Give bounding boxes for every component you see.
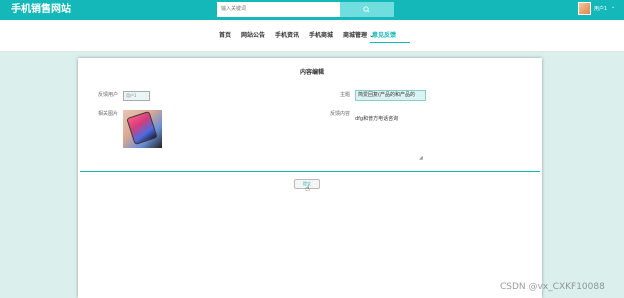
nav-item-announcements[interactable]: 网站公告 [241, 32, 265, 40]
subject-field[interactable]: 简爱回复(产品的和产品的 [355, 90, 426, 101]
content-label: 反馈内容 [330, 111, 351, 117]
nav-item-feedback[interactable]: 意见反馈 [372, 32, 396, 40]
nav-active-indicator [370, 42, 410, 43]
search-icon [363, 6, 370, 13]
image-label: 相关图片 [98, 111, 119, 117]
feedback-user-label: 反馈用户 [98, 92, 119, 98]
chevron-down-icon[interactable]: ⌄ [611, 4, 615, 10]
nav-item-news[interactable]: 手机资讯 [275, 32, 299, 40]
site-title[interactable]: 手机销售网站 [11, 3, 71, 17]
resize-handle-icon[interactable]: ◢ [419, 155, 423, 161]
content-textarea[interactable]: dfg和普方电话咨询 [355, 110, 424, 160]
search-input[interactable] [217, 2, 340, 17]
nav-item-home[interactable]: 首页 [219, 32, 231, 40]
watermark: CSDN @vx_CXKF10088 [500, 282, 605, 292]
content-text: dfg和普方电话咨询 [355, 116, 399, 122]
avatar[interactable] [578, 2, 591, 15]
user-name[interactable]: 用户1 [594, 5, 607, 12]
nav-item-shop-management[interactable]: 商城管理 ⌄ [343, 32, 374, 40]
search-button[interactable] [340, 2, 394, 17]
form-divider [80, 171, 540, 172]
card-title: 内容编辑 [300, 69, 325, 76]
hand-cursor-icon: ☝ [305, 184, 310, 193]
nav-item-shop[interactable]: 手机商城 [309, 32, 333, 40]
feedback-user-field: 用户1 [123, 91, 150, 101]
subject-label: 主题 [340, 92, 351, 98]
